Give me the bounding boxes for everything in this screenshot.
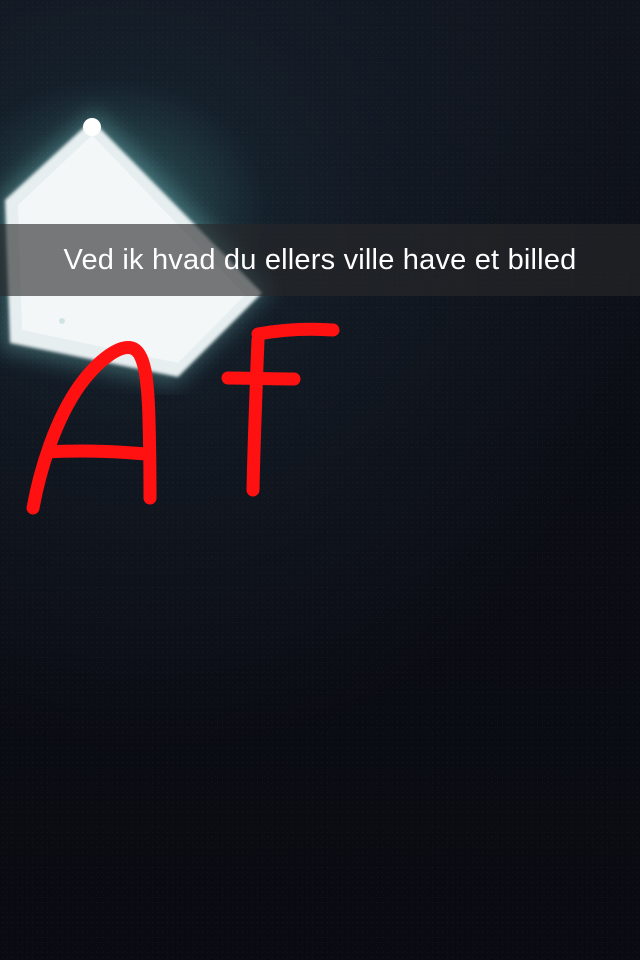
drawn-letter-f-top	[251, 322, 340, 341]
drawn-letter-f-stem	[246, 333, 265, 497]
drawn-letter-a-crossbar	[41, 444, 153, 461]
hand-drawn-annotation	[26, 322, 340, 515]
drawn-letter-a	[26, 341, 157, 515]
